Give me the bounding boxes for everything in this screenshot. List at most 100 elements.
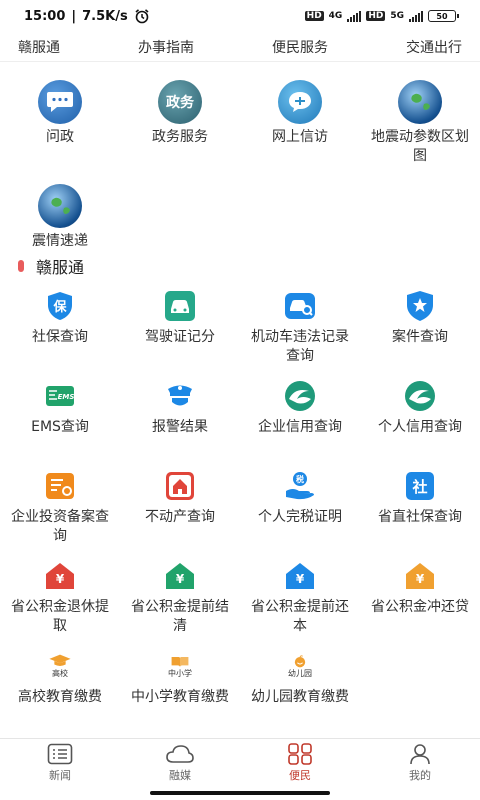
service-label: 幼儿园教育缴费 bbox=[251, 689, 349, 705]
service-label: 社保查询 bbox=[32, 329, 88, 345]
service-fund-retire-withdraw[interactable]: ¥ 省公积金退休提取 bbox=[0, 558, 120, 638]
credit-swirl-icon bbox=[282, 378, 318, 414]
earth-globe-icon bbox=[38, 184, 82, 228]
home-indicator[interactable] bbox=[150, 791, 330, 795]
kindergarten-text: 幼儿园 bbox=[288, 668, 312, 678]
status-divider: | bbox=[71, 8, 77, 24]
service-provincial-social-security[interactable]: 社 省直社保查询 bbox=[360, 468, 480, 548]
government-service-icon-text: 政务 bbox=[166, 95, 194, 111]
tab-label: 融媒 bbox=[169, 768, 191, 782]
service-label: 企业投资备案查询 bbox=[11, 509, 109, 544]
service-case-query[interactable]: 案件查询 bbox=[360, 288, 480, 368]
tab-label: 新闻 bbox=[49, 768, 71, 782]
service-label: 不动产查询 bbox=[145, 509, 215, 525]
house-icon bbox=[162, 468, 198, 504]
service-label: 省公积金提前结清 bbox=[131, 599, 229, 634]
ems-icon: EMS bbox=[42, 378, 78, 414]
cloud-icon bbox=[166, 744, 194, 763]
service-fund-early-repay[interactable]: ¥ 省公积金提前还本 bbox=[240, 558, 360, 638]
police-badge-icon bbox=[402, 288, 438, 324]
tax-hand-text: 税 bbox=[296, 474, 304, 484]
tab-mine[interactable]: 我的 bbox=[360, 739, 480, 786]
book-icon: 中小学 bbox=[162, 648, 198, 684]
online-petition-icon bbox=[278, 80, 322, 124]
section-header: 赣服通 bbox=[18, 254, 84, 278]
top-nav-item-ganfutong[interactable]: 赣服通 bbox=[18, 37, 60, 57]
tab-news[interactable]: 新闻 bbox=[0, 739, 120, 786]
service-label: 个人信用查询 bbox=[378, 419, 462, 435]
fund-house-text: ¥ bbox=[56, 572, 65, 586]
government-service-icon: 政务 bbox=[158, 80, 202, 124]
credit-swirl-icon bbox=[402, 378, 438, 414]
service-driver-license-points[interactable]: 驾驶证记分 bbox=[120, 288, 240, 368]
status-net-speed: 7.5K/s bbox=[82, 8, 128, 24]
status-time: 15:00 bbox=[24, 8, 66, 24]
shield-bao-text: 保 bbox=[52, 299, 67, 315]
signal-icon-2 bbox=[409, 10, 423, 22]
fund-house-icon: ¥ bbox=[42, 558, 78, 594]
service-label: 省直社保查询 bbox=[378, 509, 462, 525]
service-label: 企业信用查询 bbox=[258, 419, 342, 435]
service-social-security[interactable]: 保 社保查询 bbox=[0, 288, 120, 368]
person-icon bbox=[410, 743, 430, 764]
service-school-fee[interactable]: 中小学 中小学教育缴费 bbox=[120, 648, 240, 728]
service-kindergarten-fee[interactable]: 幼儿园 幼儿园教育缴费 bbox=[240, 648, 360, 728]
book-text: 中小学 bbox=[168, 668, 192, 678]
bottom-tab-bar: 新闻 融媒 便民 我的 bbox=[0, 738, 480, 786]
fund-house-text: ¥ bbox=[176, 572, 185, 586]
kindergarten-icon: 幼儿园 bbox=[282, 648, 318, 684]
hd-badge: HD bbox=[304, 11, 324, 21]
top-nav-item-guide[interactable]: 办事指南 bbox=[138, 37, 194, 57]
document-seal-icon bbox=[42, 468, 78, 504]
featured-item-online-petition[interactable]: 网上信访 bbox=[240, 80, 360, 166]
service-real-estate[interactable]: 不动产查询 bbox=[120, 468, 240, 548]
featured-item-government-service[interactable]: 政务 政务服务 bbox=[120, 80, 240, 166]
top-nav: 赣服通 办事指南 便民服务 交通出行 bbox=[0, 32, 480, 62]
social-security-text: 社 bbox=[411, 478, 427, 496]
featured-label: 政务服务 bbox=[152, 129, 208, 145]
social-security-icon: 社 bbox=[402, 468, 438, 504]
status-right: HD 4G HD 5G 50 bbox=[304, 10, 459, 22]
top-nav-item-services[interactable]: 便民服务 bbox=[272, 37, 328, 57]
service-enterprise-investment[interactable]: 企业投资备案查询 bbox=[0, 468, 120, 548]
service-college-fee[interactable]: 高校 高校教育缴费 bbox=[0, 648, 120, 728]
fund-house-text: ¥ bbox=[296, 572, 305, 586]
service-enterprise-credit[interactable]: 企业信用查询 bbox=[240, 378, 360, 458]
news-list-icon bbox=[47, 743, 73, 764]
section-title: 赣服通 bbox=[36, 258, 85, 277]
featured-label: 问政 bbox=[46, 129, 74, 145]
service-label: 中小学教育缴费 bbox=[131, 689, 229, 705]
battery-icon: 50 bbox=[428, 10, 459, 22]
tax-hand-icon: 税 bbox=[282, 468, 318, 504]
car-search-icon bbox=[282, 288, 318, 324]
chat-bubble-icon bbox=[38, 80, 82, 124]
featured-item-seismic-map[interactable]: 地震动参数区划图 bbox=[360, 80, 480, 166]
featured-label: 震情速递 bbox=[32, 233, 88, 249]
signal-icon bbox=[347, 10, 362, 22]
tab-convenience[interactable]: 便民 bbox=[240, 739, 360, 786]
top-nav-item-transport[interactable]: 交通出行 bbox=[406, 37, 462, 57]
tab-media[interactable]: 融媒 bbox=[120, 739, 240, 786]
service-ems[interactable]: EMS EMS查询 bbox=[0, 378, 120, 458]
service-fund-loan-offset[interactable]: ¥ 省公积金冲还贷 bbox=[360, 558, 480, 638]
service-alarm-result[interactable]: 报警结果 bbox=[120, 378, 240, 458]
status-left: 15:00 | 7.5K/s bbox=[24, 8, 150, 24]
service-label: EMS查询 bbox=[31, 419, 89, 435]
tab-label: 便民 bbox=[289, 768, 311, 782]
service-label: 报警结果 bbox=[152, 419, 208, 435]
service-fund-early-settle[interactable]: ¥ 省公积金提前结清 bbox=[120, 558, 240, 638]
featured-label: 地震动参数区划图 bbox=[371, 129, 469, 164]
section-marker bbox=[18, 260, 24, 272]
featured-item-quake-express[interactable]: 震情速递 bbox=[0, 184, 120, 251]
earth-globe-icon bbox=[398, 80, 442, 124]
featured-item-wenzheng[interactable]: 问政 bbox=[0, 80, 120, 166]
service-label: 省公积金提前还本 bbox=[251, 599, 349, 634]
service-label: 个人完税证明 bbox=[258, 509, 342, 525]
fund-house-text: ¥ bbox=[416, 572, 425, 586]
fund-house-icon: ¥ bbox=[282, 558, 318, 594]
services-grid: 保 社保查询 驾驶证记分 机动车违法记录查询 案件查询 EMS EMS查询 报警… bbox=[0, 288, 480, 728]
battery-level: 50 bbox=[436, 11, 448, 21]
service-personal-credit[interactable]: 个人信用查询 bbox=[360, 378, 480, 458]
service-tax-certificate[interactable]: 税 个人完税证明 bbox=[240, 468, 360, 548]
service-vehicle-violation[interactable]: 机动车违法记录查询 bbox=[240, 288, 360, 368]
